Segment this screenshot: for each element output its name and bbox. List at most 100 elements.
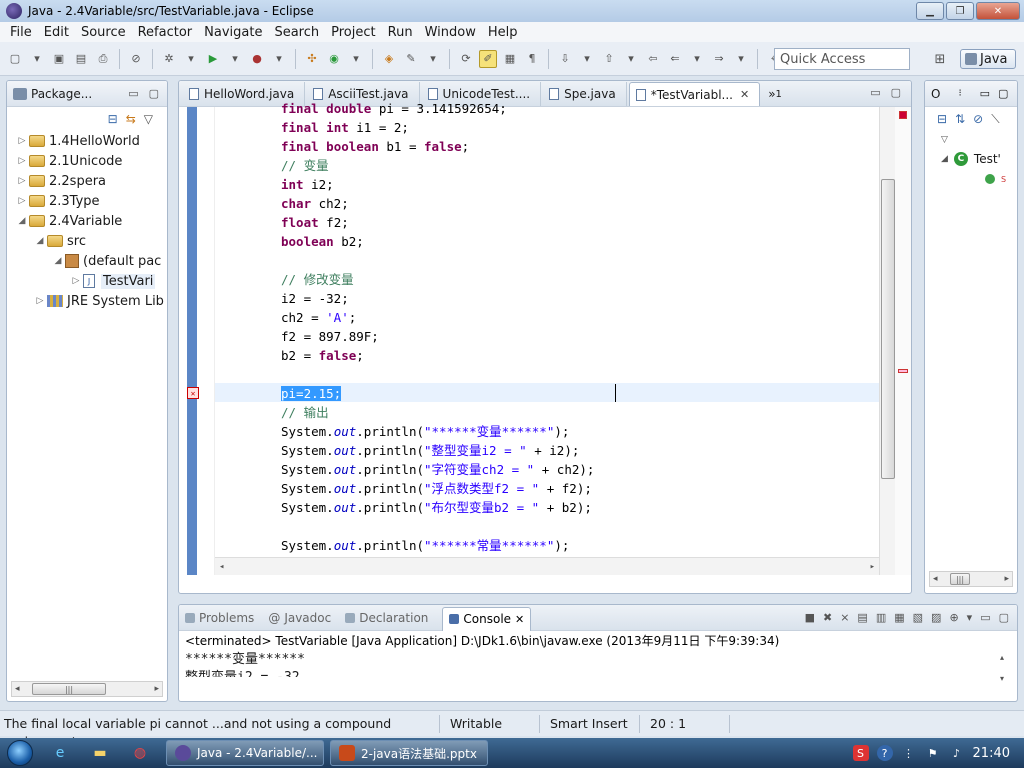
horizontal-scrollbar[interactable]: ◂ ||| ▸ — [929, 571, 1013, 587]
dropdown-icon[interactable]: ▾ — [424, 50, 442, 68]
code-line[interactable]: final boolean b1 = false; — [281, 137, 469, 156]
code-line[interactable]: System.out.println("浮点数类型f2 = " + f2); — [281, 479, 592, 498]
menu-window[interactable]: Window — [419, 25, 482, 40]
sort-icon[interactable]: ⇅ — [955, 112, 965, 126]
tab-declaration[interactable]: Declaration — [345, 611, 428, 625]
code-line[interactable]: System.out.println("布尔型变量b2 = " + b2); — [281, 498, 592, 517]
menu-navigate[interactable]: Navigate — [198, 25, 268, 40]
sogou-icon[interactable]: S — [852, 745, 869, 761]
console-vertical-scrollbar[interactable]: ▴ ▾ — [995, 653, 1009, 683]
dropdown-icon[interactable]: ▾ — [688, 50, 706, 68]
code-line[interactable]: final double pi = 3.141592654; — [281, 99, 507, 118]
menu-help[interactable]: Help — [482, 25, 524, 40]
code-line[interactable]: i2 = -32; — [281, 289, 349, 308]
scroll-up-icon[interactable]: ▴ — [1000, 653, 1004, 662]
code-line[interactable]: // 修改变量 — [281, 270, 354, 289]
code-area[interactable]: ✕ final double pi = 3.141592654; final in… — [179, 101, 911, 575]
menu-run[interactable]: Run — [382, 25, 419, 40]
menu-file[interactable]: File — [4, 25, 38, 40]
code-line[interactable]: final int i1 = 2; — [281, 118, 409, 137]
minimize-view-icon[interactable]: ▭ — [128, 87, 138, 100]
chevron-down-icon[interactable]: ▽ — [941, 135, 948, 145]
start-button[interactable] — [0, 738, 40, 768]
tree-item[interactable]: ▷ 2.2spera — [7, 171, 167, 191]
maximize-view-icon[interactable]: ▢ — [999, 611, 1009, 624]
menu-refactor[interactable]: Refactor — [132, 25, 199, 40]
dropdown-icon[interactable]: ▾ — [182, 50, 200, 68]
java-perspective-button[interactable]: Java — [960, 49, 1016, 69]
minimize-editor-icon[interactable]: ▭ — [870, 86, 880, 99]
code-line[interactable]: pi=2.15; — [281, 384, 342, 403]
collapsed-arrow-icon[interactable]: ▷ — [15, 156, 29, 166]
dropdown-icon[interactable]: ▾ — [270, 50, 288, 68]
last-edit-icon[interactable]: ⇦ — [644, 50, 662, 68]
highlight-icon[interactable]: ✐ — [479, 49, 497, 68]
clock[interactable]: 21:40 — [973, 746, 1010, 761]
tab-javadoc[interactable]: @ Javadoc — [268, 611, 331, 625]
expand-arrow-icon[interactable]: ◢ — [941, 154, 948, 164]
prev-annotation-icon[interactable]: ⇧ — [600, 50, 618, 68]
code-line[interactable]: b2 = false; — [281, 346, 364, 365]
remove-launch-icon[interactable]: ✖ — [823, 611, 832, 624]
code-line[interactable]: System.out.println("整型变量i2 = " + i2); — [281, 441, 579, 460]
collapsed-arrow-icon[interactable]: ▷ — [15, 176, 29, 186]
code-line[interactable]: ch2 = 'A'; — [281, 308, 356, 327]
close-tab-icon[interactable]: ✕ — [740, 88, 749, 101]
view-menu-icon[interactable]: ▽ — [144, 112, 153, 126]
tab-console[interactable]: Console ✕ — [442, 606, 532, 631]
tree-item[interactable]: ◢ 2.4Variable — [7, 211, 167, 231]
run-icon[interactable]: ▶ — [204, 50, 222, 68]
code-line[interactable]: // 变量 — [281, 156, 329, 175]
scroll-left-icon[interactable]: ◂ — [930, 574, 941, 584]
scroll-left-icon[interactable]: ◂ — [219, 562, 224, 572]
collapsed-arrow-icon[interactable]: ▷ — [33, 296, 47, 306]
hide-static-icon[interactable]: ⟍ — [991, 112, 999, 127]
error-marker-icon[interactable]: ✕ — [187, 387, 199, 399]
dropdown-icon[interactable]: ▾ — [967, 611, 973, 624]
error-overview-mark[interactable] — [898, 369, 908, 373]
maximize-view-icon[interactable]: ▢ — [149, 87, 159, 100]
code-line[interactable]: // 输出 — [281, 403, 329, 422]
code-line[interactable]: f2 = 897.89F; — [281, 327, 379, 346]
outline-view-menu[interactable]: ⁝ — [958, 88, 961, 99]
task-eclipse[interactable]: Java - 2.4Variable/... — [166, 740, 324, 766]
forward-icon[interactable]: ⇒ — [710, 50, 728, 68]
open-console-icon[interactable]: ⊕ — [949, 611, 958, 624]
tree-item[interactable]: ◢ (default pac — [7, 251, 167, 271]
maximize-view-icon[interactable]: ▢ — [998, 87, 1008, 100]
hide-fields-icon[interactable]: ⊘ — [973, 112, 983, 126]
new-class-icon[interactable]: ◉ — [325, 50, 343, 68]
console-output-line[interactable]: 整型变量i2 = -32 — [179, 669, 1017, 677]
search-icon[interactable]: ✎ — [402, 50, 420, 68]
collapse-all-icon[interactable]: ⊟ — [108, 112, 118, 126]
package-explorer-tab[interactable]: Package... ▭ ▢ — [7, 81, 167, 107]
dropdown-icon[interactable]: ▾ — [732, 50, 750, 68]
minimize-view-icon[interactable]: ▭ — [980, 87, 990, 100]
dropdown-icon[interactable]: ▾ — [622, 50, 640, 68]
next-annotation-icon[interactable]: ⇩ — [556, 50, 574, 68]
new-package-icon[interactable]: ✣ — [303, 50, 321, 68]
close-tab-icon[interactable]: ✕ — [515, 613, 524, 626]
word-wrap-icon[interactable]: ▦ — [894, 611, 904, 624]
terminate-icon[interactable]: ■ — [805, 611, 815, 624]
toggle-mark-icon[interactable]: ⟳ — [457, 50, 475, 68]
back-icon[interactable]: ⇐ — [666, 50, 684, 68]
dropdown-icon[interactable]: ▾ — [347, 50, 365, 68]
debug-icon[interactable]: ✲ — [160, 50, 178, 68]
ie-icon[interactable]: e — [40, 740, 80, 766]
tab-spe[interactable]: Spe.java — [543, 82, 627, 106]
scroll-right-icon[interactable]: ▸ — [870, 562, 875, 572]
new-icon[interactable]: ▢ — [6, 50, 24, 68]
save-icon[interactable]: ▣ — [50, 50, 68, 68]
expanded-arrow-icon[interactable]: ◢ — [51, 256, 65, 266]
close-button[interactable]: ✕ — [976, 2, 1020, 20]
collapsed-arrow-icon[interactable]: ▷ — [15, 196, 29, 206]
horizontal-scrollbar[interactable]: ◂ ||| ▸ — [11, 681, 163, 697]
tree-item[interactable]: ▷ JRE System Lib — [7, 291, 167, 311]
remove-all-icon[interactable]: ⨯ — [840, 611, 849, 624]
scroll-thumb[interactable]: ||| — [32, 683, 106, 695]
minimize-button[interactable]: ▁ — [916, 2, 944, 20]
code-line[interactable]: float f2; — [281, 213, 349, 232]
maximize-editor-icon[interactable]: ▢ — [891, 86, 901, 99]
outline-method-item[interactable]: S — [925, 169, 1017, 189]
